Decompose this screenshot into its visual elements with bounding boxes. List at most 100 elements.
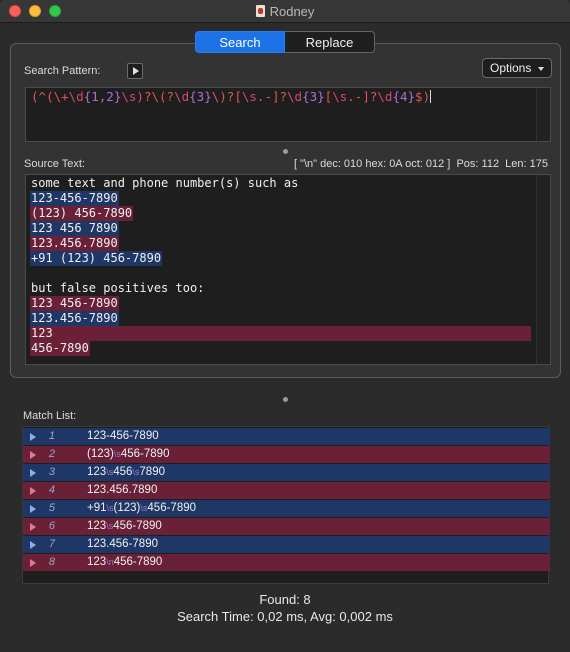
pattern-token: ^ [38,89,47,104]
disclosure-triangle-icon[interactable] [30,487,36,495]
match-text: 123.456-7890 [87,536,158,553]
whitespace-marker: \s [113,449,121,459]
pattern-token: ] [271,89,280,104]
match-row[interactable]: 6 123\s456-7890 [23,518,550,535]
pattern-token: - [264,89,272,104]
match-number: 2 [48,448,55,460]
pattern-token: \+ [53,89,69,104]
pattern-token: \d [377,89,393,104]
match-text: (123)\s456-7890 [87,446,169,463]
match-text: 123.456.7890 [87,482,157,499]
match-number: 3 [48,466,55,478]
pattern-token: \d [287,89,303,104]
match-segment: 123 [87,520,107,532]
window-title-text: Rodney [269,4,315,19]
search-timing: Search Time: 0,02 ms, Avg: 0,002 ms [177,609,393,624]
options-dropdown-label: Options [490,61,532,75]
pattern-token: \( [151,89,167,104]
match-row[interactable]: 4 123.456.7890 [23,482,550,499]
pattern-token: ) [136,89,144,104]
match-segment: +91 [87,502,107,514]
match-row[interactable]: 5 +91\s(123)\s456-7890 [23,500,550,517]
source-line-match: +91 (123) 456-7890 [30,251,163,266]
pattern-token: {3} [189,89,212,104]
pattern-token: . [347,89,355,104]
source-line-match: 123 [30,326,531,341]
window-title: Rodney [0,4,570,19]
tab-search[interactable]: Search [195,31,285,53]
pattern-token: [ [234,89,242,104]
found-count: Found: 8 [259,592,311,607]
match-segment: (123) [87,448,114,460]
source-scrollbar[interactable] [536,175,550,364]
pattern-token: ] [362,89,370,104]
match-text: 123\s456-7890 [87,518,162,535]
text-caret [430,90,432,103]
match-row[interactable]: 3 123\s456\s7890 [23,464,550,481]
disclosure-triangle-icon[interactable] [30,451,36,459]
source-line-match: 456-7890 [30,341,90,356]
match-number: 4 [48,484,55,496]
pattern-token: {4} [392,89,416,104]
match-row[interactable]: 2 (123)\s456-7890 [23,446,550,463]
match-text: 123-456-7890 [87,428,159,445]
pattern-token: {3} [302,89,325,104]
match-number: 5 [48,502,55,514]
disclosure-triangle-icon[interactable] [30,469,36,477]
disclosure-triangle-icon[interactable] [30,505,36,513]
pattern-token: ? [166,89,175,104]
pattern-scrollbar[interactable] [536,88,550,141]
match-segment: 123 [87,466,107,478]
match-segment: 456-7890 [113,556,163,568]
pattern-token: ( [46,89,54,104]
match-segment: 123-456-7890 [87,430,159,442]
disclosure-triangle-icon[interactable] [30,523,36,531]
whitespace-marker: \s [106,503,114,513]
cursor-status: [ "\n" dec: 010 hex: 0A oct: 012 ] Pos: … [293,158,548,170]
pattern-token: \d [174,89,190,104]
tab-replace[interactable]: Replace [285,31,375,53]
match-list[interactable]: 1 123-456-7890 2 (123)\s456-7890 3 123\s456\s… [22,426,550,584]
pattern-token: \s [332,89,348,104]
disclosure-triangle-icon[interactable] [30,559,36,567]
source-text-area[interactable]: some text and phone number(s) such as 123… [25,174,551,365]
match-segment: 456-7890 [147,502,197,514]
match-row[interactable]: 8 123\n456-7890 [23,554,550,571]
match-segment: 123.456-7890 [87,538,158,550]
pattern-token: \d [68,89,84,104]
match-segment: 456-7890 [113,520,162,532]
match-text: 123\n456-7890 [87,554,162,571]
source-line [30,266,32,281]
match-segment: 456-7890 [120,448,170,460]
source-line-match: (123) 456-7890 [30,206,134,221]
source-line-match: 123 456 7890 [30,221,119,236]
pattern-token: \s [121,89,137,104]
pattern-token: ? [279,89,288,104]
disclosure-triangle-icon[interactable] [30,433,36,441]
source-line: some text and phone number(s) such as [31,176,299,190]
match-segment: 7890 [139,466,165,478]
match-segment: (123) [113,502,141,514]
pattern-token: \) [211,89,227,104]
run-search-button[interactable] [127,63,143,79]
match-segment: 123 [87,556,107,568]
match-row[interactable]: 1 123-456-7890 [23,428,550,445]
options-dropdown[interactable]: Options [482,58,552,78]
disclosure-triangle-icon[interactable] [30,541,36,549]
match-number: 1 [48,430,55,442]
splitter-handle[interactable] [283,149,288,154]
source-line: but false positives too: [31,281,205,295]
splitter-handle-lower[interactable] [283,397,288,402]
match-number: 7 [48,538,55,550]
document-icon [255,5,265,17]
source-text-label: Source Text: [24,158,85,170]
pattern-token: ) [422,89,431,104]
source-line-match: 123.456-7890 [30,311,119,326]
search-pattern-input[interactable]: (^(\+\d{1,2}\s)?\(?\d{3}\)?[\s.-]?\d{3}[… [25,87,551,142]
pattern-token: {1,2} [83,89,122,104]
match-number: 8 [48,556,55,568]
match-segment: 123.456.7890 [87,484,158,496]
chevron-down-icon [538,67,544,71]
mode-tabs: Search Replace [195,31,375,53]
match-row[interactable]: 7 123.456-7890 [23,536,550,553]
